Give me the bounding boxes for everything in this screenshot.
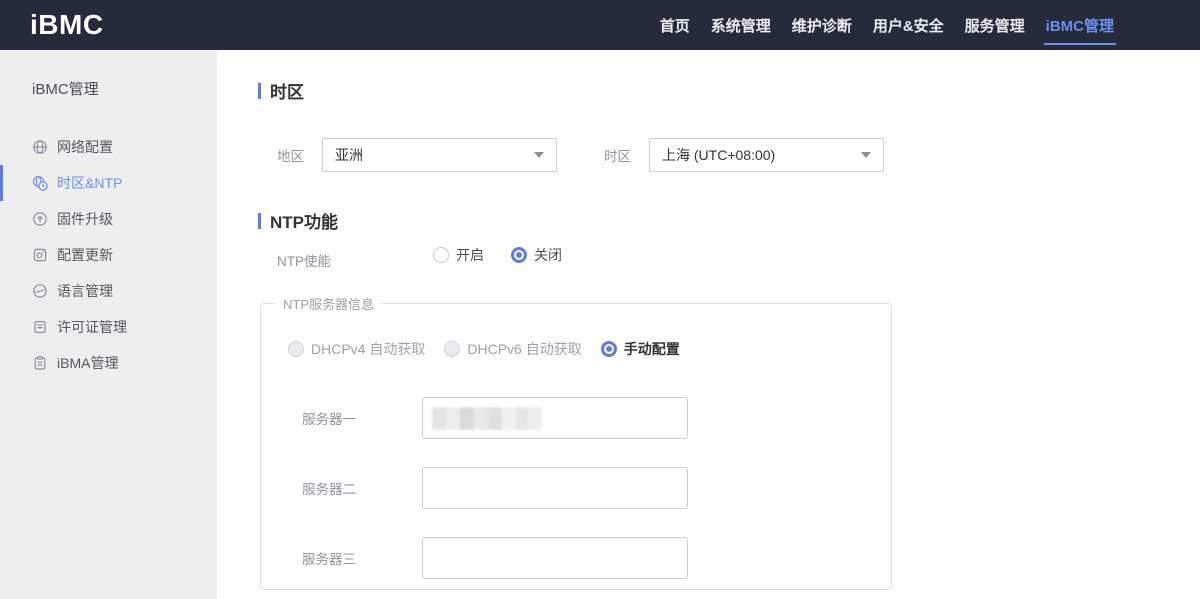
sidebar-item-label: 网络配置 — [57, 137, 113, 157]
sidebar-item-ibma-management[interactable]: iBMA管理 — [0, 345, 217, 381]
radio-disabled-icon — [444, 341, 460, 357]
nav-item-user-security[interactable]: 用户&安全 — [871, 0, 946, 50]
region-select[interactable]: 亚洲 — [322, 138, 557, 172]
dhcpv6-auto-label: DHCPv6 自动获取 — [467, 339, 581, 359]
ntp-section-title: NTP功能 — [258, 208, 338, 233]
manual-config-radio[interactable]: 手动配置 — [601, 339, 680, 359]
network-globe-icon — [32, 139, 48, 155]
dhcpv4-auto-label: DHCPv4 自动获取 — [311, 339, 425, 359]
server-two-row: 服务器二 — [302, 467, 688, 509]
timezone-select[interactable]: 上海 (UTC+08:00) — [649, 138, 884, 172]
timezone-clock-icon — [32, 175, 48, 191]
nav-item-service-management[interactable]: 服务管理 — [963, 0, 1027, 50]
server-two-label: 服务器二 — [302, 478, 364, 498]
timezone-form-row: 地区 亚洲 时区 上海 (UTC+08:00) — [277, 138, 884, 172]
ntp-enable-radio-group: 开启 关闭 — [433, 245, 562, 265]
ntp-enable-label: NTP使能 — [277, 250, 331, 270]
radio-disabled-icon — [288, 341, 304, 357]
language-icon — [32, 283, 48, 299]
server-one-redacted-value — [432, 407, 542, 430]
server-three-label: 服务器三 — [302, 548, 364, 568]
sidebar-title: iBMC管理 — [0, 50, 217, 99]
server-two-input[interactable] — [422, 467, 688, 509]
ibma-clipboard-icon — [32, 355, 48, 371]
sidebar-item-label: 语言管理 — [57, 281, 113, 301]
server-one-label: 服务器一 — [302, 408, 364, 428]
ntp-enable-on-radio[interactable]: 开启 — [433, 245, 484, 265]
sidebar-item-firmware-upgrade[interactable]: 固件升级 — [0, 201, 217, 237]
sidebar-item-label: 固件升级 — [57, 209, 113, 229]
sidebar-item-label: 许可证管理 — [57, 317, 127, 337]
config-update-icon — [32, 247, 48, 263]
server-three-row: 服务器三 — [302, 537, 688, 579]
ntp-enable-off-label: 关闭 — [534, 245, 562, 265]
sidebar-item-timezone-ntp[interactable]: 时区&NTP — [0, 165, 217, 201]
dhcpv6-auto-radio: DHCPv6 自动获取 — [444, 339, 581, 359]
sidebar-item-config-update[interactable]: 配置更新 — [0, 237, 217, 273]
sidebar-item-label: 时区&NTP — [57, 173, 122, 193]
ntp-enable-off-radio[interactable]: 关闭 — [511, 245, 562, 265]
main-content: 时区 地区 亚洲 时区 上海 (UTC+08:00) NTP功能 NTP使能 开… — [217, 50, 1200, 599]
sidebar-item-network-config[interactable]: 网络配置 — [0, 129, 217, 165]
chevron-down-icon — [861, 152, 871, 158]
top-nav: 首页 系统管理 维护诊断 用户&安全 服务管理 iBMC管理 — [658, 0, 1116, 50]
radio-checked-icon — [511, 247, 527, 263]
sidebar-item-language-management[interactable]: 语言管理 — [0, 273, 217, 309]
nav-item-ibmc-management[interactable]: iBMC管理 — [1044, 0, 1116, 50]
sidebar-menu: 网络配置 时区&NTP 固件升级 — [0, 129, 217, 381]
radio-unchecked-icon — [433, 247, 449, 263]
region-label: 地区 — [277, 145, 304, 165]
nav-item-system-management[interactable]: 系统管理 — [709, 0, 773, 50]
license-icon — [32, 319, 48, 335]
sidebar-item-label: 配置更新 — [57, 245, 113, 265]
timezone-select-value: 上海 (UTC+08:00) — [662, 145, 775, 165]
timezone-section-title: 时区 — [258, 78, 304, 103]
dhcpv4-auto-radio: DHCPv4 自动获取 — [288, 339, 425, 359]
ntp-server-mode-radio-group: DHCPv4 自动获取 DHCPv6 自动获取 手动配置 — [288, 339, 680, 359]
ibmc-logo: iBMC — [30, 9, 104, 41]
manual-config-label: 手动配置 — [624, 339, 680, 359]
server-one-row: 服务器一 — [302, 397, 688, 439]
server-one-input[interactable] — [422, 397, 688, 439]
sidebar-item-label: iBMA管理 — [57, 353, 118, 373]
timezone-label: 时区 — [604, 145, 631, 165]
chevron-down-icon — [534, 152, 544, 158]
sidebar: iBMC管理 网络配置 时区&NTP — [0, 50, 217, 599]
region-select-value: 亚洲 — [335, 145, 363, 165]
nav-item-home[interactable]: 首页 — [658, 0, 692, 50]
nav-item-maintenance-diagnostics[interactable]: 维护诊断 — [790, 0, 854, 50]
top-header-bar: iBMC 首页 系统管理 维护诊断 用户&安全 服务管理 iBMC管理 — [0, 0, 1200, 50]
firmware-upgrade-icon — [32, 211, 48, 227]
ibmc-screen: iBMC 首页 系统管理 维护诊断 用户&安全 服务管理 iBMC管理 iBMC… — [0, 0, 1200, 599]
ntp-enable-on-label: 开启 — [456, 245, 484, 265]
sidebar-item-license-management[interactable]: 许可证管理 — [0, 309, 217, 345]
ntp-server-info-legend: NTP服务器信息 — [275, 294, 382, 313]
radio-checked-icon — [601, 341, 617, 357]
ntp-server-info-group: NTP服务器信息 DHCPv4 自动获取 DHCPv6 自动获取 手动配置 服务… — [260, 294, 892, 590]
server-three-input[interactable] — [422, 537, 688, 579]
